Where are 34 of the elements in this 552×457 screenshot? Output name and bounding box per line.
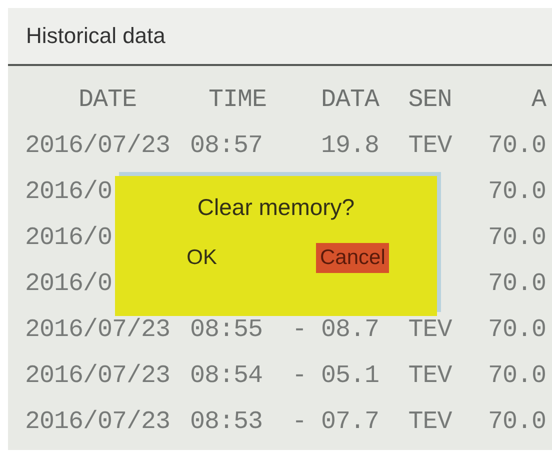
screen-title: Historical data — [26, 23, 166, 49]
column-header: TIME — [207, 84, 268, 114]
a-cell-text: 70.0 — [486, 130, 547, 160]
a-cell-text: 70.0 — [486, 176, 547, 206]
date-cell-text: 2016/0 — [25, 268, 114, 298]
date-cell-text: 2016/07/23 — [25, 130, 172, 160]
sensor-cell-text: TEV — [407, 360, 453, 390]
column-header: DATE — [77, 84, 138, 114]
column-header: A — [530, 84, 548, 114]
a-cell-text: 70.0 — [486, 314, 547, 344]
date-cell-text: 2016/0 — [25, 222, 114, 252]
data-cell-text: - 05.1 — [290, 360, 380, 390]
a-cell-text: 70.0 — [486, 406, 547, 436]
time-cell-text: 08:53 — [190, 406, 264, 436]
time-cell-text: 08:54 — [190, 360, 264, 390]
sensor-cell-text: TEV — [407, 406, 453, 436]
date-cell-text: 2016/0 — [25, 176, 114, 206]
a-cell-text: 70.0 — [486, 222, 547, 252]
dialog-message: Clear memory? — [197, 194, 355, 221]
column-header: SEN — [407, 84, 453, 114]
data-cell-text: - 08.7 — [290, 314, 380, 344]
dialog-button[interactable]: OK — [182, 243, 221, 273]
data-cell-text: 19.8 — [320, 130, 380, 160]
column-header: DATA — [320, 84, 380, 114]
time-cell-text: 08:57 — [190, 130, 264, 160]
a-cell-text: 70.0 — [486, 360, 547, 390]
date-cell-text: 2016/07/23 — [25, 314, 172, 344]
sensor-cell-text: TEV — [407, 314, 453, 344]
data-cell-text: - 07.7 — [290, 406, 380, 436]
date-cell-text: 2016/07/23 — [25, 360, 172, 390]
time-cell-text: 08:55 — [190, 314, 264, 344]
date-cell-text: 2016/07/23 — [25, 406, 172, 436]
sensor-cell-text: TEV — [407, 130, 453, 160]
a-cell-text: 70.0 — [486, 268, 547, 298]
